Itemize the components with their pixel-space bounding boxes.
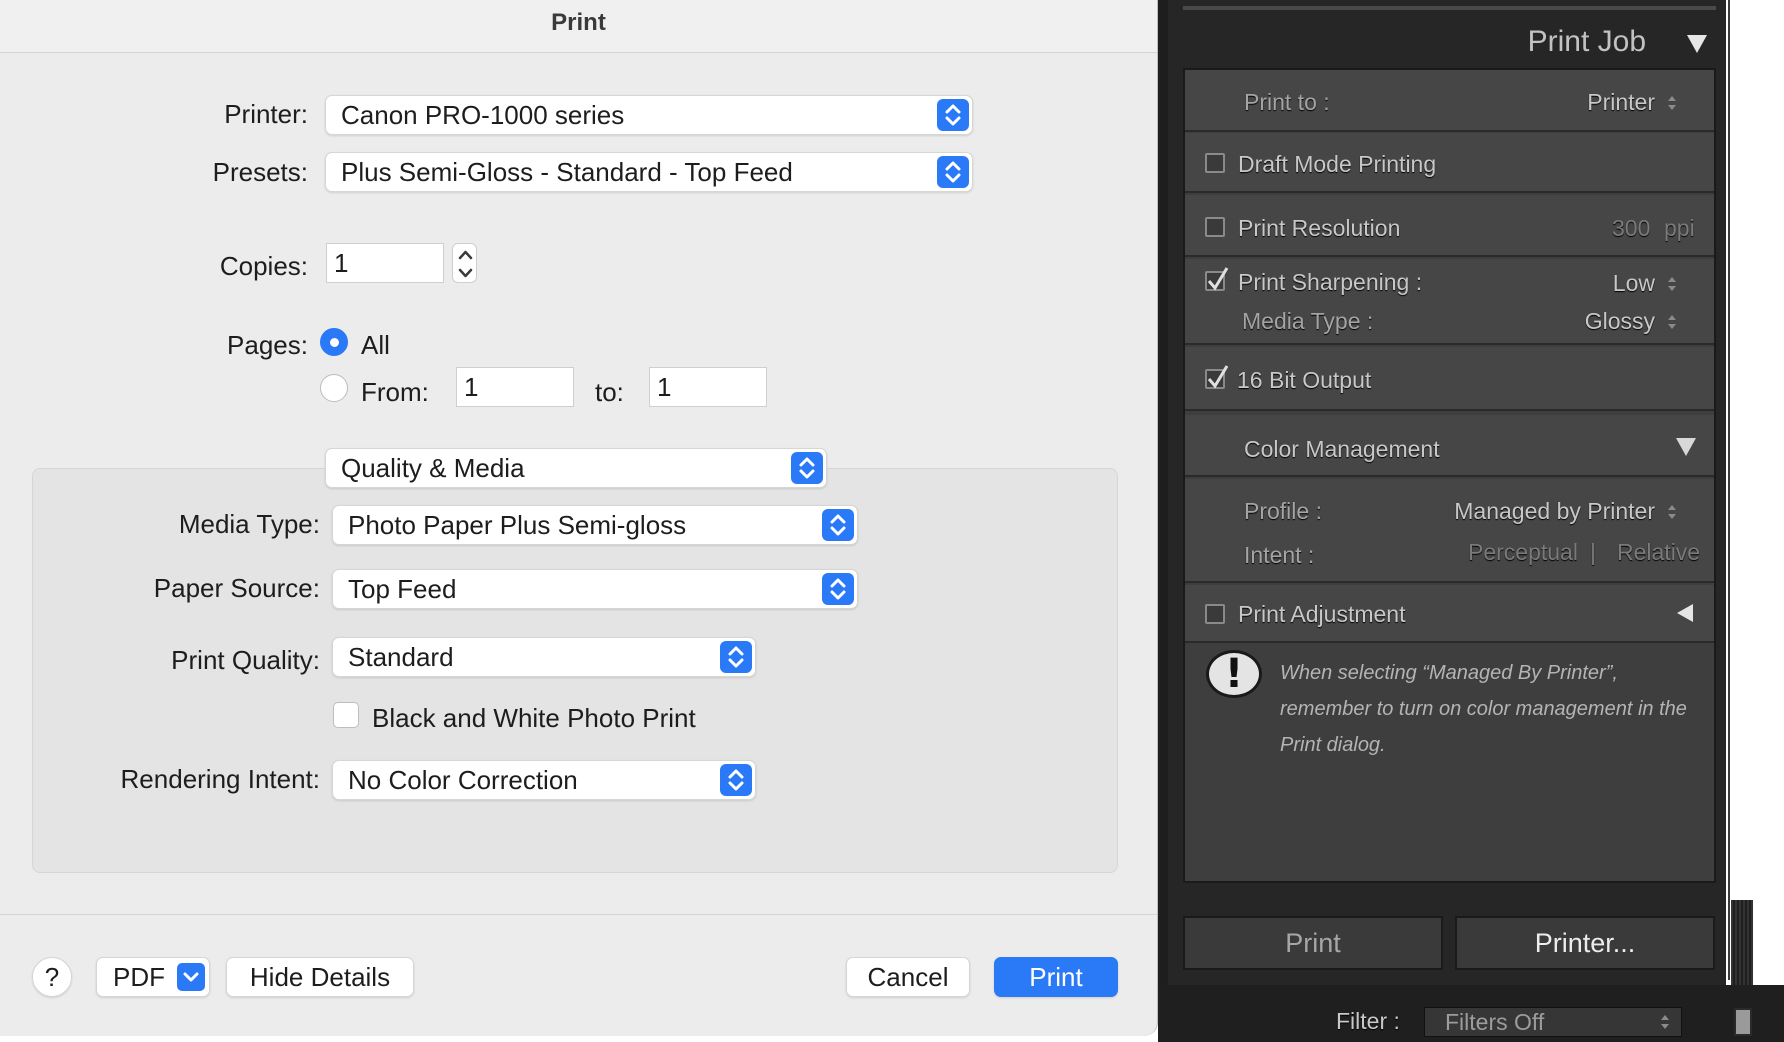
draft-mode-checkbox[interactable]	[1205, 153, 1225, 173]
filter-select-value: Filters Off	[1445, 1009, 1545, 1035]
chevron-updown-icon	[720, 764, 752, 796]
copies-stepper[interactable]	[452, 243, 477, 283]
collapse-triangle-icon[interactable]	[1687, 35, 1707, 53]
print-quality-label: Print Quality:	[171, 645, 320, 675]
bit-output-label: 16 Bit Output	[1237, 367, 1372, 393]
media-type-label: Media Type:	[178, 509, 320, 539]
chevron-updown-icon	[822, 509, 854, 541]
pdf-button-label: PDF	[113, 962, 165, 992]
media-type-select[interactable]: Photo Paper Plus Semi-gloss	[332, 505, 858, 545]
dialog-title: Print	[0, 0, 1157, 53]
lr-media-type-value[interactable]: Glossy	[1585, 308, 1655, 335]
print-button[interactable]: Print	[994, 957, 1118, 997]
presets-label: Presets:	[212, 157, 308, 187]
pages-from-label: From:	[361, 377, 429, 407]
footer-divider	[0, 914, 1157, 915]
pages-label: Pages:	[227, 330, 308, 360]
print-quality-select[interactable]: Standard	[332, 637, 756, 677]
intent-relative[interactable]: Relative	[1617, 539, 1700, 566]
chevron-updown-icon	[822, 573, 854, 605]
checkmark-icon	[1207, 365, 1229, 389]
intent-label: Intent :	[1244, 542, 1315, 568]
print-adjustment-checkbox[interactable]	[1205, 604, 1225, 624]
profile-value[interactable]: Managed by Printer	[1454, 498, 1655, 525]
lr-print-button[interactable]: Print	[1183, 916, 1443, 970]
bw-photo-print-checkbox[interactable]	[333, 702, 359, 728]
panel-top-divider	[1183, 6, 1716, 10]
paper-source-select[interactable]: Top Feed	[332, 569, 858, 609]
pages-to-label: to:	[595, 377, 624, 407]
chevron-updown-icon	[791, 452, 823, 484]
pages-all-label: All	[361, 330, 390, 360]
resize-grip[interactable]	[1731, 900, 1753, 985]
panel-edge	[1728, 0, 1730, 980]
print-resolution-value[interactable]: 300	[1612, 215, 1650, 242]
updown-icon	[1661, 1015, 1669, 1029]
copies-input[interactable]: 1	[326, 243, 444, 283]
updown-icon[interactable]	[1666, 93, 1678, 113]
print-sharpening-label: Print Sharpening :	[1238, 269, 1423, 295]
printer-select[interactable]: Canon PRO-1000 series	[325, 95, 973, 135]
pages-from-input[interactable]: 1	[456, 367, 574, 407]
help-button[interactable]: ?	[32, 957, 72, 997]
printer-select-value: Canon PRO-1000 series	[341, 100, 625, 130]
pages-to-input[interactable]: 1	[649, 367, 767, 407]
rendering-intent-select-value: No Color Correction	[348, 765, 578, 795]
updown-icon[interactable]	[1666, 502, 1678, 522]
presets-select[interactable]: Plus Semi-Gloss - Standard - Top Feed	[325, 152, 973, 192]
intent-perceptual[interactable]: Perceptual	[1468, 539, 1578, 566]
print-job-title[interactable]: Print Job	[1528, 25, 1646, 59]
managed-by-printer-note: When selecting “Managed By Printer”, rem…	[1280, 662, 1687, 756]
color-management-label: Color Management	[1244, 436, 1440, 462]
hide-details-button[interactable]: Hide Details	[226, 957, 414, 997]
printer-label: Printer:	[224, 99, 308, 129]
rendering-intent-label: Rendering Intent:	[120, 764, 320, 794]
chevron-down-icon	[177, 963, 205, 991]
lr-media-type-label: Media Type :	[1242, 308, 1374, 334]
media-type-select-value: Photo Paper Plus Semi-gloss	[348, 510, 687, 540]
print-adjustment-label: Print Adjustment	[1238, 601, 1406, 627]
copies-label: Copies:	[219, 251, 308, 281]
print-resolution-label: Print Resolution	[1238, 215, 1401, 241]
print-sharpening-checkbox[interactable]	[1205, 267, 1229, 291]
panel-gutter	[1158, 0, 1168, 1042]
filter-label: Filter :	[1336, 1008, 1400, 1034]
print-resolution-checkbox[interactable]	[1205, 217, 1225, 237]
pages-range-radio[interactable]	[320, 374, 348, 402]
print-resolution-unit: ppi	[1664, 215, 1695, 241]
collapsed-triangle-icon[interactable]	[1677, 604, 1693, 622]
bit-output-checkbox[interactable]	[1205, 365, 1229, 389]
pdf-button[interactable]: PDF	[96, 957, 210, 997]
print-sharpening-value[interactable]: Low	[1613, 270, 1655, 297]
rendering-intent-select[interactable]: No Color Correction	[332, 760, 756, 800]
section-select[interactable]: Quality & Media	[325, 448, 827, 488]
updown-icon[interactable]	[1666, 274, 1678, 294]
print-to-value[interactable]: Printer	[1587, 89, 1655, 116]
profile-label: Profile :	[1244, 498, 1322, 524]
print-to-label: Print to :	[1244, 89, 1330, 115]
checkmark-icon	[1207, 267, 1229, 291]
print-dialog: Print Printer: Canon PRO-1000 series Pre…	[0, 0, 1158, 1036]
intent-separator: |	[1590, 539, 1596, 565]
section-select-value: Quality & Media	[341, 453, 525, 483]
paper-source-label: Paper Source:	[153, 573, 320, 603]
filter-select[interactable]: Filters Off	[1424, 1007, 1682, 1037]
paper-source-select-value: Top Feed	[348, 574, 457, 604]
pages-all-radio[interactable]	[320, 328, 348, 356]
chevron-updown-icon	[720, 641, 752, 673]
filmstrip-toggle-button[interactable]	[1734, 1008, 1752, 1036]
cancel-button[interactable]: Cancel	[846, 957, 970, 997]
expand-triangle-icon[interactable]	[1676, 438, 1696, 456]
draft-mode-label: Draft Mode Printing	[1238, 151, 1437, 177]
lr-printer-button[interactable]: Printer...	[1455, 916, 1715, 970]
presets-select-value: Plus Semi-Gloss - Standard - Top Feed	[341, 157, 793, 187]
bw-photo-print-label: Black and White Photo Print	[372, 703, 696, 733]
print-quality-select-value: Standard	[348, 642, 454, 672]
exclamation-icon: !	[1206, 650, 1262, 698]
updown-icon[interactable]	[1666, 312, 1678, 332]
chevron-updown-icon	[937, 156, 969, 188]
chevron-updown-icon	[937, 99, 969, 131]
